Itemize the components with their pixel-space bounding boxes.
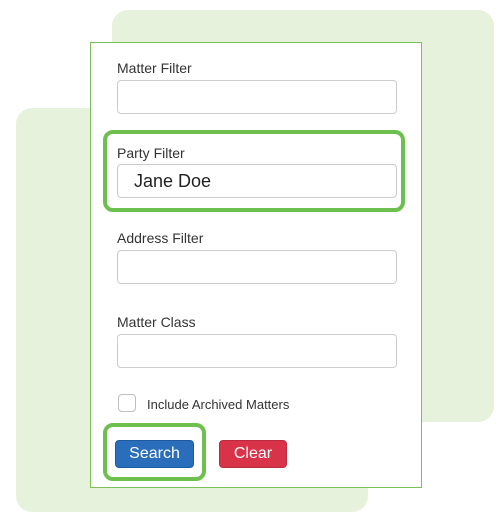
address-filter-input[interactable] — [117, 250, 397, 284]
matter-class-label: Matter Class — [117, 314, 196, 330]
include-archived-checkbox[interactable] — [118, 394, 136, 412]
include-archived-label[interactable]: Include Archived Matters — [147, 397, 289, 412]
matter-class-input[interactable] — [117, 334, 397, 368]
matter-filter-label: Matter Filter — [117, 60, 192, 76]
filter-panel: Matter Filter Party Filter Address Filte… — [90, 42, 422, 488]
clear-button[interactable]: Clear — [219, 440, 287, 468]
party-filter-highlight — [103, 130, 405, 212]
address-filter-label: Address Filter — [117, 230, 204, 246]
filter-form-stage: Matter Filter Party Filter Address Filte… — [0, 0, 499, 515]
matter-filter-input[interactable] — [117, 80, 397, 114]
search-button-highlight — [103, 423, 206, 481]
